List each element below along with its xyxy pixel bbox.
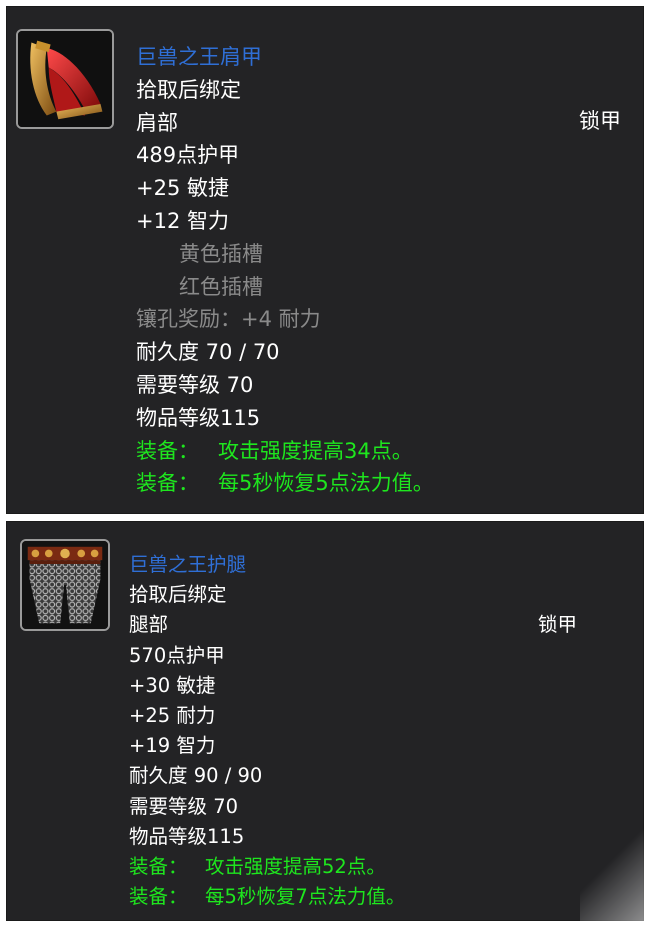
durability: 耐久度 70 / 70	[136, 340, 280, 365]
equip-text: 每5秒恢复7点法力值。	[205, 885, 406, 909]
item-stats-list: 巨兽之王护腿 拾取后绑定 腿部 570点护甲 +30 敏捷 +25 耐力 +19…	[129, 550, 405, 912]
stat-line: +19 智力	[129, 734, 216, 758]
armor-type: 锁甲	[579, 109, 621, 133]
slot-label: 肩部	[136, 110, 178, 135]
bind-type: 拾取后绑定	[136, 77, 241, 102]
item-tooltip-shoulders: 巨兽之王肩甲 拾取后绑定 肩部 489点护甲 +25 敏捷 +12 智力 黄色插…	[6, 6, 644, 514]
armor-type: 锁甲	[538, 613, 578, 636]
stat-line: +30 敏捷	[129, 673, 216, 697]
equip-effect: 装备： 每5秒恢复7点法力值。	[129, 882, 405, 912]
armor-value: 489点护甲	[136, 143, 240, 168]
equip-text: 攻击强度提高34点。	[218, 438, 413, 463]
bind-type: 拾取后绑定	[129, 583, 227, 607]
equip-label: 装备：	[129, 885, 188, 909]
armor-value: 570点护甲	[129, 643, 225, 667]
item-slot: 肩部	[136, 107, 434, 140]
watermark-fade	[580, 819, 650, 929]
equip-effect: 装备： 每5秒恢复5点法力值。	[136, 467, 434, 500]
item-level: 物品等级115	[136, 405, 261, 430]
item-tooltip-legs: 巨兽之王护腿 拾取后绑定 腿部 570点护甲 +30 敏捷 +25 耐力 +19…	[6, 521, 644, 921]
item-slot: 腿部	[129, 610, 405, 640]
leg-armor-icon[interactable]	[20, 539, 110, 631]
socket-yellow: 黄色插槽	[179, 241, 263, 266]
socket-red: 红色插槽	[179, 274, 263, 299]
required-level: 需要等级 70	[129, 794, 239, 818]
required-level: 需要等级 70	[136, 372, 254, 397]
item-level: 物品等级115	[129, 824, 245, 848]
stat-line: +12 智力	[136, 208, 229, 233]
item-name[interactable]: 巨兽之王护腿	[129, 550, 405, 580]
equip-label: 装备：	[129, 854, 188, 878]
item-stats-list: 巨兽之王肩甲 拾取后绑定 肩部 489点护甲 +25 敏捷 +12 智力 黄色插…	[136, 41, 434, 500]
stat-line: +25 敏捷	[136, 176, 229, 201]
equip-text: 攻击强度提高52点。	[205, 854, 386, 878]
equip-text: 每5秒恢复5点法力值。	[218, 471, 434, 496]
equip-effect: 装备： 攻击强度提高52点。	[129, 852, 405, 882]
stat-line: +25 耐力	[129, 703, 216, 727]
equip-label: 装备：	[136, 438, 199, 463]
durability: 耐久度 90 / 90	[129, 764, 263, 788]
equip-effect: 装备： 攻击强度提高34点。	[136, 435, 434, 468]
slot-label: 腿部	[129, 613, 169, 637]
equip-label: 装备：	[136, 471, 199, 496]
shoulder-armor-icon[interactable]	[16, 29, 114, 129]
item-name[interactable]: 巨兽之王肩甲	[136, 41, 434, 74]
socket-bonus: 镶孔奖励：+4 耐力	[136, 307, 321, 332]
